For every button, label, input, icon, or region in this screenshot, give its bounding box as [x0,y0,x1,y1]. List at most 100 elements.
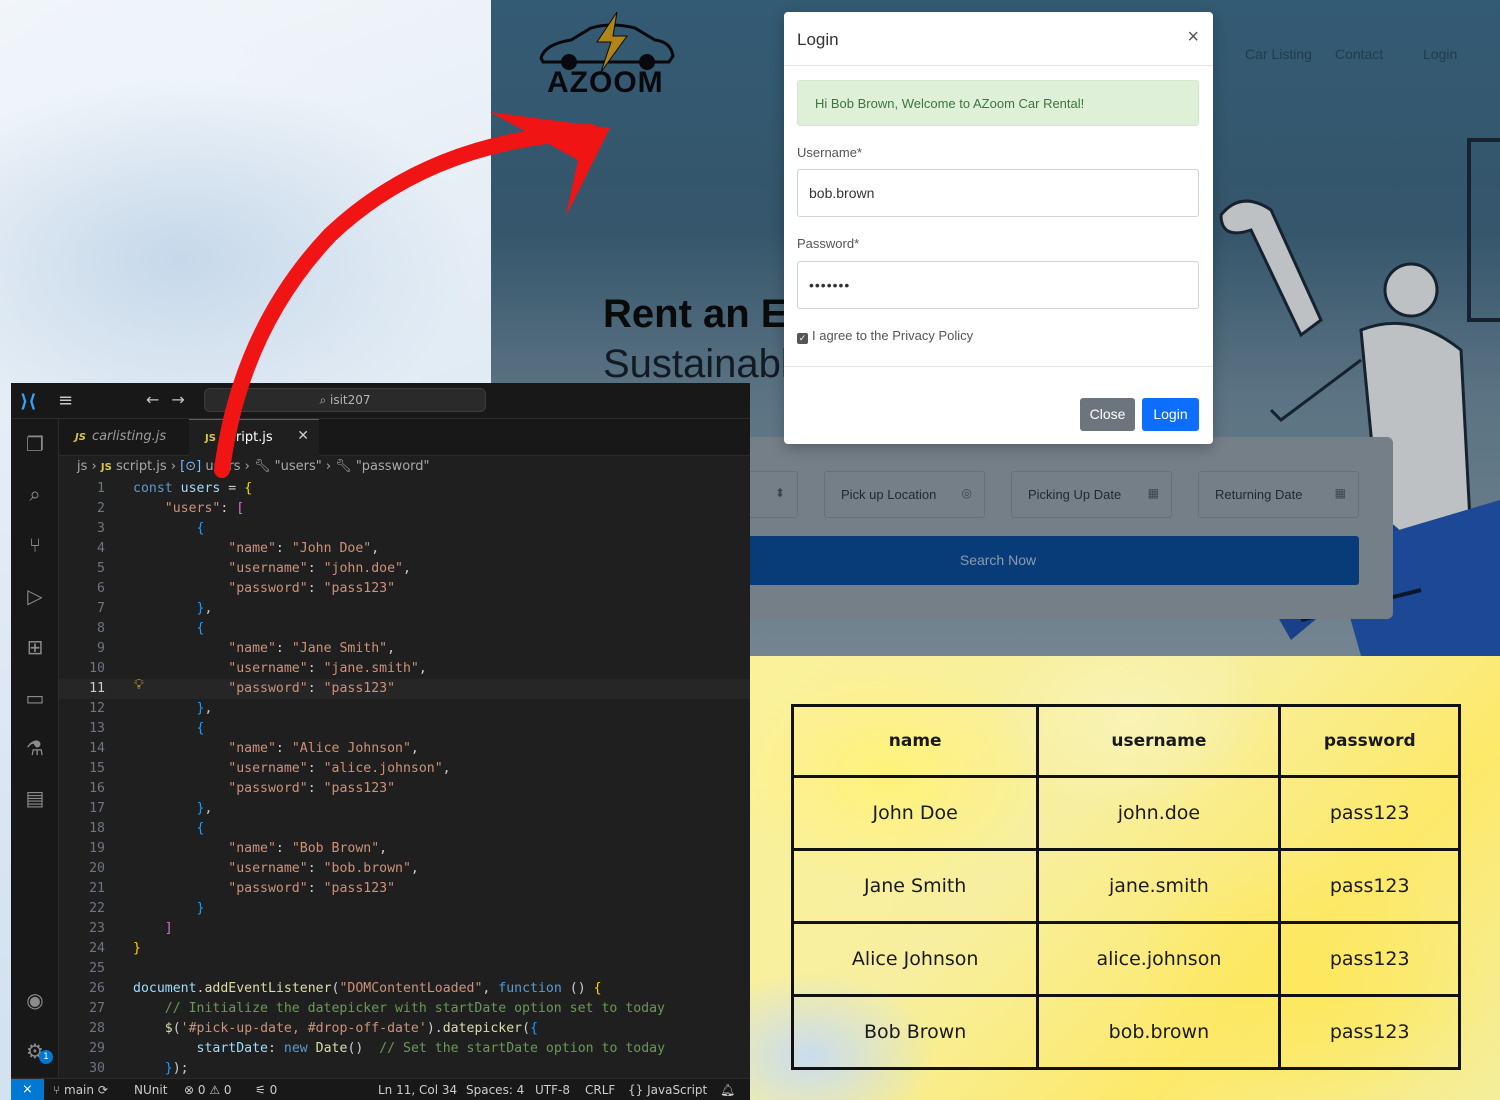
editor-tabs: JS carlisting.js JS script.js ✕ [59,419,750,456]
nav-login[interactable]: Login [1423,46,1457,62]
activity-bar: ❐ ⌕ ⑂ ▷ ⊞ ▭ ⚗ ▤ ◉ ⚙ 1 [11,419,59,1077]
javascript-file-icon: JS [75,432,86,443]
back-arrow-icon[interactable]: ← [146,390,171,409]
nav-car-listing[interactable]: Car Listing [1245,46,1312,62]
forward-arrow-icon[interactable]: → [171,390,196,409]
settings-badge: 1 [39,1050,53,1064]
sync-icon[interactable]: ⟳ [98,1083,108,1097]
vscode-window: ⟩⟨ ≡ ←→ ⌕ isit207 ❐ ⌕ ⑂ ▷ ⊞ ▭ ⚗ ▤ ◉ ⚙ 1 … [11,383,750,1100]
source-control-icon[interactable]: ⑂ [22,532,48,558]
code-line: 21 "password": "pass123" [89,881,396,896]
breadcrumb-file[interactable]: script.js [116,459,167,474]
cell-username: jane.smith [1036,848,1282,924]
code-line: 18 { [89,821,205,836]
code-line: 17 }, [89,801,213,816]
accounts-icon[interactable]: ◉ [22,987,48,1013]
code-editor[interactable]: 1 const users = { 2 "users": [ 3 { 4 "nam… [59,479,750,1079]
nav-contact[interactable]: Contact [1335,46,1383,62]
hero-subtitle: Sustainabl [603,342,790,386]
cell-name: Alice Johnson [790,921,1040,997]
docker-icon[interactable]: ▤ [22,785,48,811]
problems-status[interactable]: ⊗ 0 ⚠ 0 [184,1083,232,1097]
remote-indicator-icon[interactable]: ⨯ [11,1079,44,1100]
testing-icon[interactable]: ⚗ [22,735,48,761]
tab-label: script.js [221,430,273,445]
code-line: 10 "username": "jane.smith", [89,661,427,676]
code-line-active: 11 "password": "pass123" [59,679,750,699]
breadcrumb-key-password[interactable]: "password" [356,459,430,474]
cell-password: pass123 [1278,848,1461,924]
password-input[interactable]: ••••••• [797,261,1199,309]
pickup-date-input[interactable]: Picking Up Date ▦ [1011,471,1172,518]
privacy-agree-text: I agree to the Privacy Policy [812,328,974,343]
cell-name: John Doe [790,775,1040,851]
search-icon[interactable]: ⌕ [22,481,48,507]
breadcrumb-folder[interactable]: js [77,459,87,474]
error-icon: ⊗ [184,1083,198,1097]
lightbulb-icon[interactable]: 💡︎ [134,677,144,693]
code-line: 27 // Initialize the datepicker with sta… [89,1001,665,1016]
cell-password: pass123 [1278,775,1461,851]
extensions-icon[interactable]: ⊞ [22,634,48,660]
ports-status[interactable]: ⚟ 0 [255,1083,277,1097]
pickup-date-placeholder: Picking Up Date [1028,487,1122,502]
close-tab-icon[interactable]: ✕ [297,428,309,444]
language-mode[interactable]: {} JavaScript [628,1083,707,1097]
pickup-location-input[interactable]: Pick up Location ◎ [824,471,985,518]
code-line: 9 "name": "Jane Smith", [97,641,396,656]
code-line: 22 } [89,901,205,916]
privacy-checkbox-row[interactable]: ✓ I agree to the Privacy Policy [797,328,973,344]
username-input[interactable]: bob.brown [797,169,1199,217]
navigation-arrows[interactable]: ←→ [146,390,197,409]
nunit-status[interactable]: NUnit [134,1083,167,1097]
command-center-search[interactable]: ⌕ isit207 [204,388,486,412]
close-icon[interactable]: × [1187,26,1199,49]
login-button[interactable]: Login [1142,398,1199,431]
remote-explorer-icon[interactable]: ▭ [22,685,48,711]
modal-divider [784,366,1213,367]
hamburger-menu-icon[interactable]: ≡ [58,390,73,411]
branch-status[interactable]: ⑂ main ⟳ [53,1083,108,1097]
modal-divider [784,65,1213,66]
code-line: 7 }, [97,601,213,616]
code-line: 25 [89,961,105,976]
eol-status[interactable]: CRLF [585,1083,615,1097]
javascript-file-icon: JS [100,462,112,473]
cursor-position[interactable]: Ln 11, Col 34 [378,1083,457,1097]
run-debug-icon[interactable]: ▷ [22,583,48,609]
location-target-icon: ◎ [961,486,972,500]
code-line: 2 "users": [ [97,501,245,516]
breadcrumb-key-users[interactable]: "users" [275,459,322,474]
tab-carlisting[interactable]: JS carlisting.js [75,419,189,456]
encoding-status[interactable]: UTF-8 [535,1083,570,1097]
checkbox-checked-icon[interactable]: ✓ [797,333,808,344]
cell-username: bob.brown [1036,994,1282,1070]
breadcrumb-symbol[interactable]: users [205,459,240,474]
cell-name: Bob Brown [790,994,1040,1070]
code-line: 13 { [89,721,205,736]
cell-password: pass123 [1278,994,1461,1070]
username-label: Username* [797,145,863,160]
notifications-bell-icon[interactable]: 🔔︎ [720,1083,735,1097]
indentation-status[interactable]: Spaces: 4 [466,1083,524,1097]
sort-caret-icon: ⬍ [774,486,785,500]
calendar-icon: ▦ [1334,486,1346,500]
code-line: 19 "name": "Bob Brown", [89,841,388,856]
cell-name: Jane Smith [790,848,1040,924]
users-table: name username password John Doe john.doe… [790,704,1461,1070]
login-modal: Login × Hi Bob Brown, Welcome to AZoom C… [784,12,1213,444]
explorer-icon[interactable]: ❐ [22,431,48,457]
variable-symbol-icon: [⊙] [180,459,202,474]
breadcrumb[interactable]: js › JS script.js › [⊙] users › 🔧︎ "user… [77,459,430,474]
wrench-icon: 🔧︎ [253,459,271,474]
return-date-input[interactable]: Returning Date ▦ [1198,471,1359,518]
close-button[interactable]: Close [1080,398,1135,431]
tab-script[interactable]: JS script.js ✕ [189,419,319,456]
table-row: Jane Smith jane.smith pass123 [790,848,1461,924]
code-line: 24} [89,941,141,956]
code-line: 14 "name": "Alice Johnson", [89,741,419,756]
warning-icon: ⚠ [209,1083,224,1097]
table-row: John Doe john.doe pass123 [790,775,1461,851]
cell-username: alice.johnson [1036,921,1282,997]
code-line: 23 ] [89,921,173,936]
